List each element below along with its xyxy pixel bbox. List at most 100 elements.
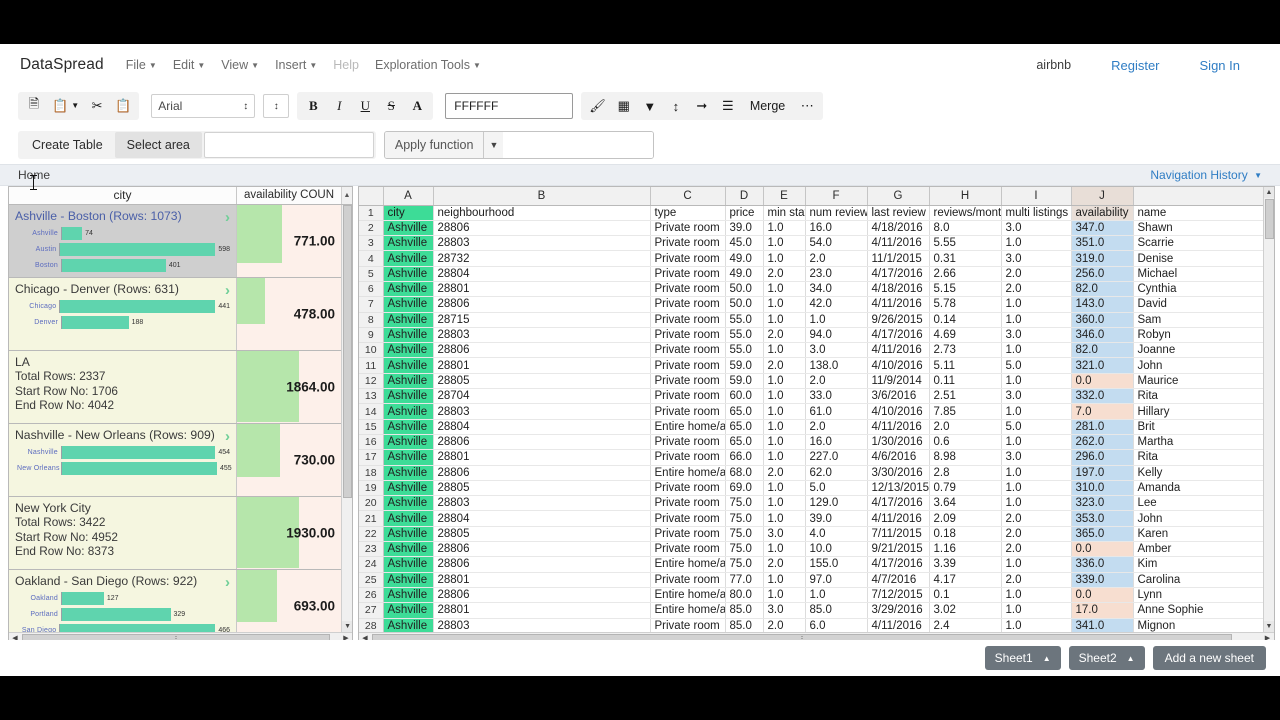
table-cell[interactable]: Private room (650, 373, 726, 390)
table-cell[interactable]: 66.0 (725, 449, 764, 466)
table-cell[interactable]: 227.0 (805, 449, 868, 466)
group-row[interactable]: Chicago - Denver (Rows: 631) › Chicago 441 D… (9, 278, 342, 351)
fill-color-field[interactable]: FFFFFF (445, 93, 574, 119)
table-cell[interactable]: 94.0 (805, 327, 868, 344)
table-cell[interactable]: 3.64 (929, 495, 1002, 512)
table-cell[interactable]: 9/26/2015 (867, 312, 930, 328)
table-cell[interactable]: Kim (1133, 556, 1274, 573)
table-cell[interactable]: Ashville (383, 449, 434, 466)
table-cell[interactable]: 65.0 (725, 403, 764, 420)
table-cell[interactable]: 0.18 (929, 526, 1002, 543)
row-header[interactable]: 16 (359, 434, 384, 451)
table-cell[interactable]: 3.0 (1001, 388, 1072, 405)
table-cell[interactable]: 1.0 (763, 419, 806, 435)
table-cell[interactable]: 2.51 (929, 388, 1002, 405)
table-cell[interactable]: Michael (1133, 266, 1274, 282)
table-cell[interactable]: 321.0 (1071, 357, 1134, 374)
table-row[interactable]: 25 Ashville 28801 Private room 77.0 1.0 97.0 4/… (359, 572, 1274, 588)
table-cell[interactable]: 55.0 (725, 312, 764, 328)
register-link[interactable]: Register (1111, 58, 1159, 73)
table-cell[interactable]: 28804 (433, 419, 651, 435)
table-cell[interactable]: 10.0 (805, 541, 868, 558)
table-cell[interactable]: 339.0 (1071, 572, 1134, 588)
group-row[interactable]: Oakland - San Diego (Rows: 922) › Oakland 1… (9, 570, 341, 633)
table-cell[interactable]: 28806 (433, 220, 651, 237)
table-cell[interactable]: 0.1 (929, 587, 1002, 604)
table-row[interactable]: 24Ashville28806Entire home/apt75.02.0155… (359, 556, 1274, 573)
table-cell[interactable]: 28715 (433, 312, 651, 328)
table-cell[interactable]: 281.0 (1071, 419, 1134, 435)
group-row[interactable]: LA Total Rows: 2337 Start Row No: 1706 End … (9, 351, 342, 424)
paste-icon[interactable]: 📋 ▼ (47, 94, 84, 118)
table-cell[interactable]: Ashville (383, 587, 434, 604)
table-cell[interactable]: 1.0 (763, 296, 806, 313)
table-cell[interactable]: 39.0 (805, 510, 868, 527)
table-cell[interactable]: 0.31 (929, 250, 1002, 267)
table-cell[interactable]: Ashville (383, 220, 434, 237)
group-cell-city[interactable]: LA Total Rows: 2337 Start Row No: 1706 End … (9, 351, 237, 423)
table-cell[interactable]: Lynn (1133, 587, 1274, 604)
table-cell[interactable]: 77.0 (725, 572, 764, 588)
table-cell[interactable]: 347.0 (1071, 220, 1134, 237)
table-cell[interactable]: 2.4 (929, 618, 1002, 633)
table-cell[interactable]: 4/6/2016 (867, 449, 930, 466)
expand-chevron-icon[interactable]: › (225, 575, 230, 590)
table-cell[interactable]: Amber (1133, 541, 1274, 558)
group-cell-city[interactable]: Oakland - San Diego (Rows: 922) › Oakland 1… (9, 570, 237, 633)
row-header[interactable]: 10 (359, 342, 384, 359)
table-cell[interactable]: Private room (650, 312, 726, 328)
borders-grid-icon[interactable]: ▦ (611, 94, 637, 118)
table-cell[interactable]: 28803 (433, 327, 651, 344)
table-cell[interactable]: 2.0 (929, 419, 1002, 435)
table-cell[interactable]: 28806 (433, 587, 651, 604)
row-header[interactable]: 4 (359, 250, 384, 267)
table-row[interactable]: 14 Ashville 28803 Private room 65.0 1.0 61.0 4/… (359, 403, 1274, 420)
table-cell[interactable]: 75.0 (725, 526, 764, 543)
table-cell[interactable]: Ashville (383, 312, 434, 328)
table-cell[interactable]: 28801 (433, 281, 651, 298)
table-cell[interactable]: 5.15 (929, 281, 1002, 298)
table-cell[interactable]: 28805 (433, 373, 651, 390)
group-cell-availability[interactable]: 478.00 (237, 278, 341, 350)
table-cell[interactable]: 3.0 (763, 526, 806, 543)
table-cell[interactable]: 1.16 (929, 541, 1002, 558)
exploration-vertical-scrollbar[interactable]: ▼ (341, 205, 352, 633)
row-header[interactable]: 21 (359, 510, 384, 527)
table-row[interactable]: 16 Ashville 28806 Private room 65.0 1.0 16.0 1/… (359, 434, 1274, 451)
menu-item-edit[interactable]: Edit ▼ (173, 58, 205, 72)
table-cell[interactable]: Ashville (383, 266, 434, 282)
table-cell[interactable]: 4/17/2016 (867, 266, 930, 282)
group-row[interactable]: Nashville - New Orleans (Rows: 909) › Nash… (9, 424, 342, 497)
table-cell[interactable]: Ashville (383, 465, 434, 481)
table-cell[interactable]: 3.02 (929, 602, 1002, 619)
table-cell[interactable]: Private room (650, 220, 726, 237)
sheet-tab-sheet1[interactable]: Sheet1 ▲ (984, 646, 1061, 670)
row-header[interactable]: 12 (359, 373, 384, 390)
column-header-C[interactable]: C (650, 187, 726, 206)
table-cell[interactable]: 69.0 (725, 480, 764, 497)
table-cell[interactable]: 2.0 (763, 556, 806, 573)
table-cell[interactable]: 5.11 (929, 357, 1002, 374)
table-cell[interactable]: Mignon (1133, 618, 1274, 633)
header-cell[interactable]: price (725, 205, 764, 221)
table-cell[interactable]: 5.0 (1001, 419, 1072, 435)
table-cell[interactable]: 28801 (433, 357, 651, 374)
create-table-button[interactable]: Create Table (20, 132, 115, 158)
table-cell[interactable]: 2.66 (929, 266, 1002, 282)
table-row[interactable]: 9 Ashville 28803 Private room 55.0 2.0 94.0 4/1… (359, 327, 1274, 344)
table-cell[interactable]: 1.0 (763, 235, 806, 252)
scissors-icon[interactable]: ✂ (84, 94, 110, 118)
table-cell[interactable]: 17.0 (1071, 602, 1134, 619)
grid-corner-cell[interactable] (359, 187, 384, 206)
table-cell[interactable]: Ashville (383, 480, 434, 497)
table-cell[interactable]: Ashville (383, 403, 434, 420)
table-cell[interactable]: 34.0 (805, 281, 868, 298)
table-cell[interactable]: 4/11/2016 (867, 342, 930, 359)
copy-icon[interactable]: 📋 (110, 94, 136, 118)
table-row[interactable]: 15Ashville28804Entire home/apt65.01.02.0… (359, 419, 1274, 435)
table-cell[interactable]: 7.0 (1071, 403, 1134, 420)
table-cell[interactable]: 1.0 (1001, 434, 1072, 451)
table-cell[interactable]: 4/11/2016 (867, 618, 930, 633)
table-cell[interactable]: 353.0 (1071, 510, 1134, 527)
paint-brush-icon[interactable]: 🖌 (584, 94, 611, 118)
